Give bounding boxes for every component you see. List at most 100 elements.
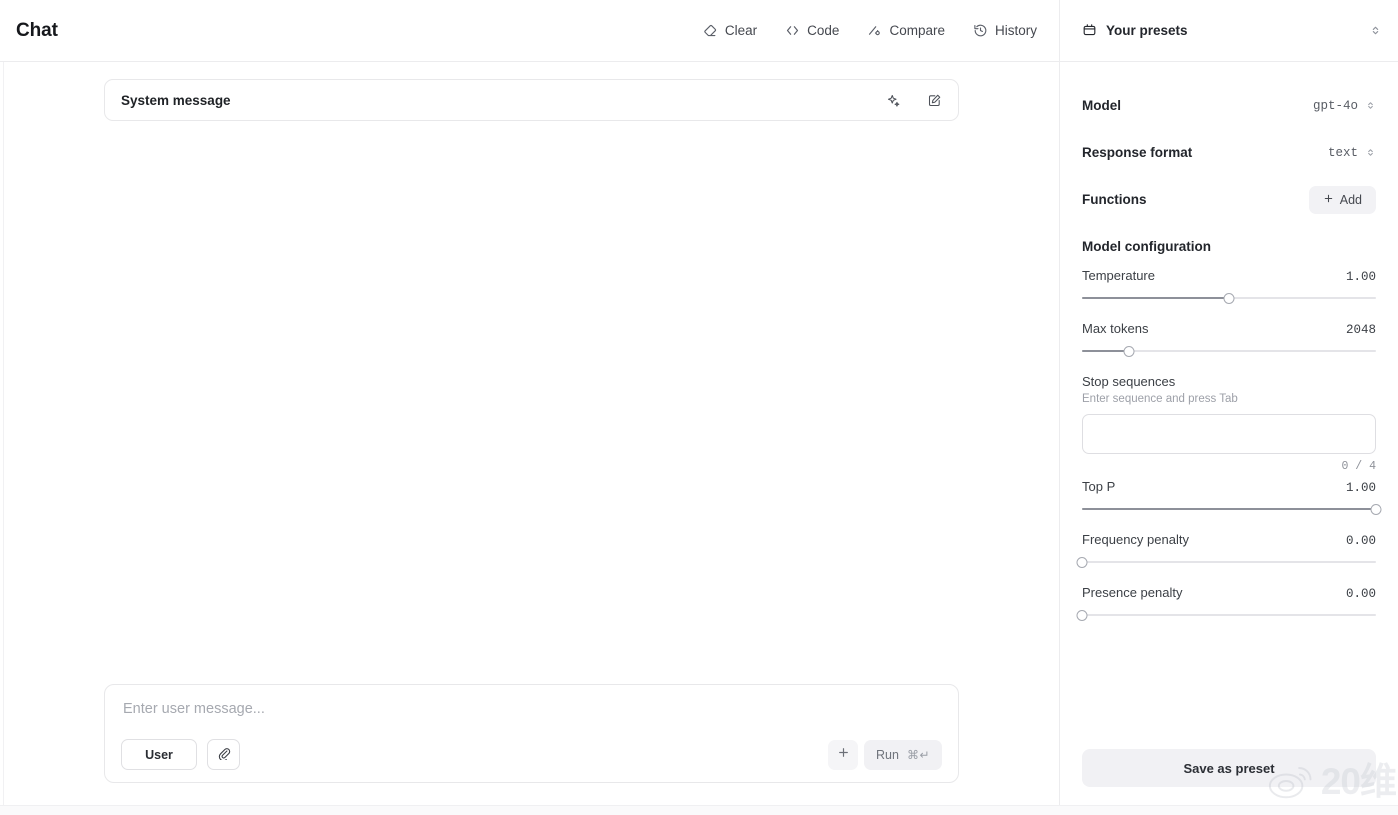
temperature-label: Temperature bbox=[1082, 268, 1155, 283]
role-selector-button[interactable]: User bbox=[121, 739, 197, 770]
bottom-edge bbox=[0, 805, 1398, 815]
presence-penalty-label: Presence penalty bbox=[1082, 585, 1183, 600]
history-button[interactable]: History bbox=[973, 23, 1037, 38]
compare-button[interactable]: Compare bbox=[867, 23, 945, 38]
presence-penalty-header: Presence penalty 0.00 bbox=[1082, 585, 1376, 601]
slider-track bbox=[1082, 561, 1376, 563]
composer-toolbar: User Run ⌘↵ bbox=[121, 739, 942, 770]
model-value: gpt-4o bbox=[1312, 98, 1358, 113]
temperature-param: Temperature 1.00 bbox=[1082, 268, 1376, 305]
page-title: Chat bbox=[16, 19, 58, 41]
code-button[interactable]: Code bbox=[785, 23, 839, 38]
code-brackets-icon bbox=[785, 23, 800, 38]
your-presets-label: Your presets bbox=[1106, 23, 1188, 38]
frequency-penalty-header: Frequency penalty 0.00 bbox=[1082, 532, 1376, 548]
frequency-penalty-slider[interactable] bbox=[1076, 555, 1376, 569]
user-message-input[interactable]: Enter user message... bbox=[121, 701, 942, 717]
model-selector[interactable]: gpt-4o bbox=[1313, 99, 1376, 113]
compare-icon bbox=[867, 23, 882, 38]
top-p-header: Top P 1.00 bbox=[1082, 479, 1376, 495]
add-message-button[interactable] bbox=[828, 739, 858, 770]
chevron-up-down-icon bbox=[1365, 147, 1376, 158]
settings-spacer bbox=[1082, 638, 1376, 749]
top-p-slider[interactable] bbox=[1082, 502, 1382, 516]
edit-square-icon[interactable] bbox=[927, 93, 942, 108]
compare-label: Compare bbox=[889, 23, 945, 38]
response-format-value: text bbox=[1327, 145, 1358, 160]
your-presets-button[interactable]: Your presets bbox=[1082, 22, 1188, 40]
run-button[interactable]: Run ⌘↵ bbox=[864, 739, 942, 770]
add-function-button[interactable]: Add bbox=[1308, 185, 1376, 214]
settings-panel: Model gpt-4o Response format text Functi… bbox=[1060, 62, 1398, 805]
attach-button[interactable] bbox=[207, 739, 240, 770]
stop-sequences-input[interactable] bbox=[1082, 414, 1376, 454]
playground-app: Chat Clear Code Compare History Your pre… bbox=[0, 0, 1398, 815]
top-p-value: 1.00 bbox=[1345, 481, 1376, 495]
history-label: History bbox=[994, 23, 1037, 38]
response-format-label: Response format bbox=[1082, 145, 1193, 160]
max-tokens-param: Max tokens 2048 bbox=[1082, 321, 1376, 358]
functions-row: Functions Add bbox=[1082, 176, 1376, 223]
max-tokens-value: 2048 bbox=[1345, 323, 1376, 337]
stop-sequences-group: Stop sequences Enter sequence and press … bbox=[1082, 374, 1376, 473]
model-row[interactable]: Model gpt-4o bbox=[1082, 82, 1376, 129]
slider-thumb[interactable] bbox=[1076, 609, 1088, 621]
code-label: Code bbox=[807, 23, 840, 38]
plus-icon bbox=[1323, 193, 1334, 207]
model-label: Model bbox=[1082, 98, 1121, 113]
slider-fill bbox=[1082, 508, 1376, 510]
system-message-label: System message bbox=[121, 92, 231, 108]
plus-icon bbox=[837, 746, 850, 764]
temperature-header: Temperature 1.00 bbox=[1082, 268, 1376, 284]
top-bar-left: Chat Clear Code Compare History bbox=[0, 0, 1060, 61]
slider-thumb[interactable] bbox=[1370, 503, 1382, 515]
max-tokens-label: Max tokens bbox=[1082, 321, 1149, 336]
clear-button[interactable]: Clear bbox=[703, 23, 757, 38]
slider-thumb[interactable] bbox=[1076, 556, 1088, 568]
presence-penalty-value: 0.00 bbox=[1345, 587, 1376, 601]
chevron-up-down-icon bbox=[1365, 100, 1376, 111]
top-bar-right: Your presets bbox=[1060, 0, 1398, 61]
response-format-row[interactable]: Response format text bbox=[1082, 129, 1376, 176]
max-tokens-slider[interactable] bbox=[1082, 344, 1376, 358]
sparkles-icon[interactable] bbox=[886, 93, 901, 108]
presence-penalty-slider[interactable] bbox=[1076, 608, 1376, 622]
presence-penalty-param: Presence penalty 0.00 bbox=[1076, 585, 1376, 622]
temperature-slider[interactable] bbox=[1082, 291, 1376, 305]
slider-fill bbox=[1082, 297, 1229, 299]
chevron-up-down-icon[interactable] bbox=[1369, 24, 1382, 37]
main-body: System message Enter user message... Use… bbox=[0, 62, 1398, 805]
run-label: Run bbox=[876, 747, 899, 762]
top-bar: Chat Clear Code Compare History Your pre… bbox=[0, 0, 1398, 62]
run-shortcut: ⌘↵ bbox=[906, 747, 930, 762]
stop-sequences-label: Stop sequences bbox=[1082, 374, 1176, 389]
composer-actions: Run ⌘↵ bbox=[828, 739, 942, 770]
stop-sequences-header: Stop sequences bbox=[1082, 374, 1376, 389]
message-composer: Enter user message... User Run ⌘↵ bbox=[104, 684, 959, 783]
stop-sequences-count: 0 / 4 bbox=[1341, 460, 1376, 473]
model-configuration-title: Model configuration bbox=[1082, 239, 1211, 254]
top-p-param: Top P 1.00 bbox=[1082, 479, 1382, 516]
functions-label: Functions bbox=[1082, 192, 1147, 207]
response-format-selector[interactable]: text bbox=[1328, 146, 1376, 160]
chat-column: System message Enter user message... Use… bbox=[4, 62, 1060, 805]
slider-thumb[interactable] bbox=[1123, 345, 1135, 357]
top-p-label: Top P bbox=[1082, 479, 1116, 494]
save-as-preset-button[interactable]: Save as preset bbox=[1082, 749, 1376, 787]
chat-inner: System message Enter user message... Use… bbox=[104, 62, 959, 805]
max-tokens-header: Max tokens 2048 bbox=[1082, 321, 1376, 337]
messages-area bbox=[104, 121, 959, 684]
frequency-penalty-label: Frequency penalty bbox=[1082, 532, 1189, 547]
slider-fill bbox=[1082, 350, 1130, 352]
system-message-box[interactable]: System message bbox=[104, 79, 959, 121]
frequency-penalty-param: Frequency penalty 0.00 bbox=[1076, 532, 1376, 569]
paperclip-icon bbox=[217, 746, 231, 763]
clear-label: Clear bbox=[724, 23, 758, 38]
system-message-icons bbox=[886, 93, 942, 108]
slider-thumb[interactable] bbox=[1223, 292, 1235, 304]
top-bar-actions: Clear Code Compare History bbox=[703, 23, 1037, 38]
slider-track bbox=[1082, 614, 1376, 616]
frequency-penalty-value: 0.00 bbox=[1345, 534, 1376, 548]
stop-sequences-description: Enter sequence and press Tab bbox=[1082, 393, 1238, 405]
temperature-value: 1.00 bbox=[1345, 270, 1376, 284]
